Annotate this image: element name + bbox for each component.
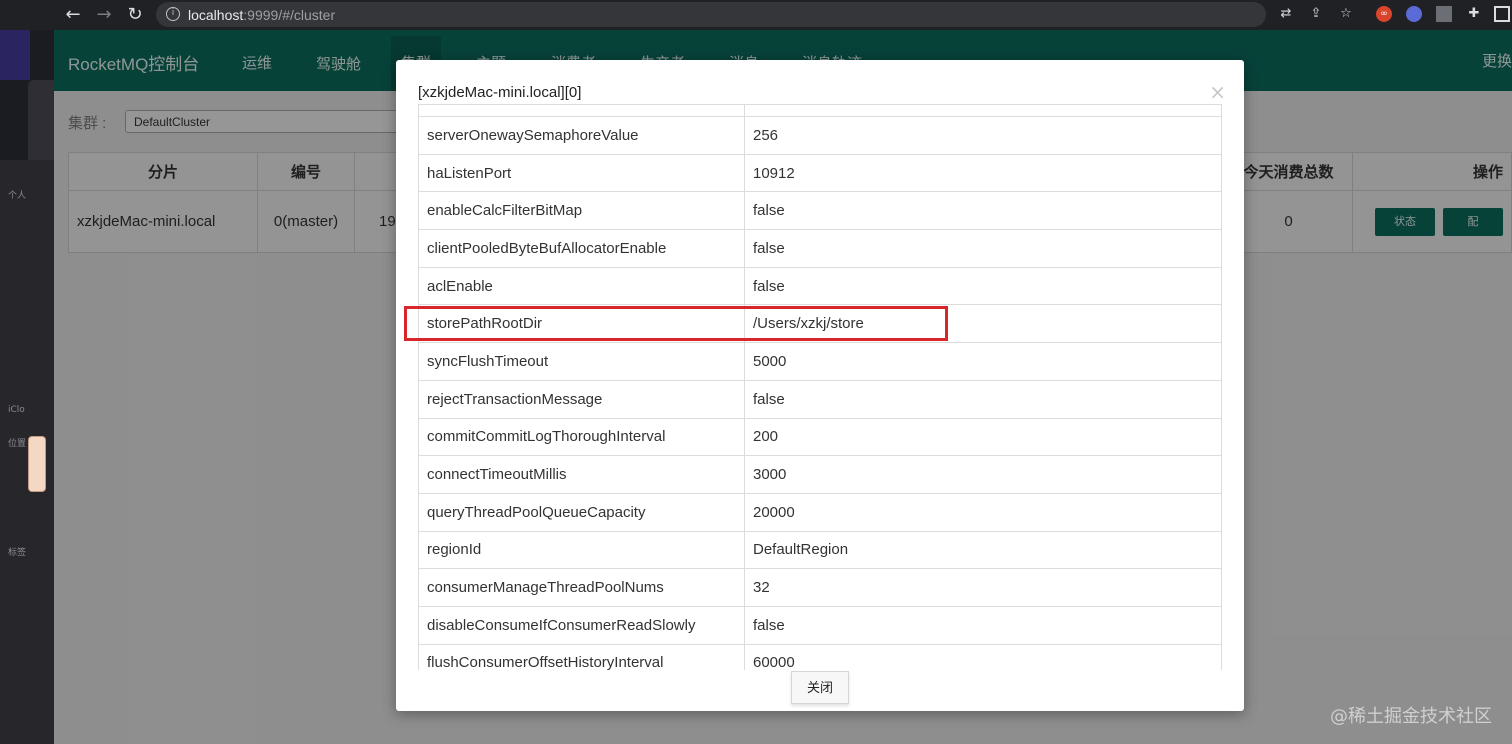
table-row: consumerManageThreadPoolNums 32: [418, 568, 1222, 607]
config-value: 5000: [744, 342, 1222, 381]
extension-gray-icon[interactable]: [1436, 6, 1452, 22]
table-row: flushConsumerOffsetHistoryInterval 60000: [418, 643, 1222, 670]
config-value: false: [744, 229, 1222, 268]
extensions-puzzle-icon[interactable]: ✚: [1466, 6, 1482, 22]
config-key: consumerManageThreadPoolNums: [418, 568, 745, 607]
desktop-background: 个人 iClo 位置 标签: [0, 30, 54, 744]
config-key: queryThreadPoolQueueCapacity: [418, 492, 745, 532]
browser-toolbar: ← → ↻ i localhost:9999/#/cluster ⇄ ⇪ ☆ ∞…: [0, 0, 1512, 30]
config-key: haListenPort: [418, 153, 745, 193]
config-key: regionId: [418, 530, 745, 570]
reload-icon[interactable]: ↻: [124, 4, 146, 26]
config-value: false: [744, 191, 1222, 231]
table-row: aclEnable false: [418, 266, 1222, 306]
url-host: localhost: [188, 7, 244, 23]
sidepanel-icon[interactable]: [1494, 6, 1510, 22]
config-value: false: [744, 379, 1222, 419]
broker-config-modal: [xzkjdeMac-mini.local][0] × serverOneway…: [396, 60, 1244, 711]
config-key: enableCalcFilterBitMap: [418, 191, 745, 231]
highlight-annotation: [404, 306, 948, 341]
config-value: 60000: [744, 643, 1222, 670]
config-key: clientPooledByteBufAllocatorEnable: [418, 229, 745, 268]
bookmark-star-icon[interactable]: ☆: [1338, 6, 1354, 22]
config-key: disableConsumeIfConsumerReadSlowly: [418, 605, 745, 645]
config-value: 10912: [744, 153, 1222, 193]
config-value: false: [744, 266, 1222, 306]
config-table: serverOnewaySemaphoreValue 256 haListenPo…: [418, 104, 1222, 670]
config-value: 200: [744, 417, 1222, 457]
config-key: syncFlushTimeout: [418, 342, 745, 381]
finder-label-personal: 个人: [8, 191, 27, 201]
close-icon[interactable]: ×: [1209, 80, 1226, 104]
url-path: :9999/#/cluster: [243, 7, 336, 23]
modal-title: [xzkjdeMac-mini.local][0]: [418, 84, 582, 101]
finder-label-icloud: iClo: [8, 405, 25, 415]
table-row: commitCommitLogThoroughInterval 200: [418, 417, 1222, 457]
tag-fragment: [28, 436, 46, 492]
window-fragment: [28, 80, 54, 160]
address-bar[interactable]: i localhost:9999/#/cluster: [156, 2, 1266, 27]
config-value: 256: [744, 116, 1222, 155]
config-key: aclEnable: [418, 266, 745, 306]
config-key: connectTimeoutMillis: [418, 455, 745, 494]
table-row: regionId DefaultRegion: [418, 530, 1222, 570]
address-url[interactable]: localhost:9999/#/cluster: [188, 7, 335, 23]
table-row: haListenPort 10912: [418, 153, 1222, 193]
wallpaper-fragment: [0, 30, 30, 80]
config-key: commitCommitLogThoroughInterval: [418, 417, 745, 457]
config-value: [744, 104, 1222, 117]
extension-red-icon[interactable]: ∞: [1376, 6, 1392, 22]
finder-label-tags: 标签: [8, 548, 27, 558]
translate-icon[interactable]: ⇄: [1278, 6, 1294, 22]
config-key: rejectTransactionMessage: [418, 379, 745, 419]
share-icon[interactable]: ⇪: [1308, 6, 1324, 22]
table-row: rejectTransactionMessage false: [418, 379, 1222, 419]
site-info-icon[interactable]: i: [166, 7, 180, 21]
table-row: enableCalcFilterBitMap false: [418, 191, 1222, 231]
forward-icon[interactable]: →: [93, 4, 115, 26]
table-row: syncFlushTimeout 5000: [418, 342, 1222, 381]
close-button[interactable]: 关闭: [791, 671, 849, 704]
watermark: @稀土掘金技术社区: [1330, 706, 1492, 727]
config-value: 32: [744, 568, 1222, 607]
config-key: serverOnewaySemaphoreValue: [418, 116, 745, 155]
table-row: serverOnewaySemaphoreValue 256: [418, 116, 1222, 155]
config-value: DefaultRegion: [744, 530, 1222, 570]
config-key: flushConsumerOffsetHistoryInterval: [418, 643, 745, 670]
table-row: [418, 104, 1222, 117]
table-row: connectTimeoutMillis 3000: [418, 455, 1222, 494]
extension-blue-icon[interactable]: [1406, 6, 1422, 22]
config-value: false: [744, 605, 1222, 645]
table-row: clientPooledByteBufAllocatorEnable false: [418, 229, 1222, 268]
config-value: 20000: [744, 492, 1222, 532]
table-row: disableConsumeIfConsumerReadSlowly false: [418, 605, 1222, 645]
config-key: [418, 104, 745, 117]
config-value: 3000: [744, 455, 1222, 494]
back-icon[interactable]: ←: [62, 4, 84, 26]
config-scroll-area[interactable]: serverOnewaySemaphoreValue 256 haListenPo…: [418, 104, 1222, 670]
table-row: queryThreadPoolQueueCapacity 20000: [418, 492, 1222, 532]
finder-label-locations: 位置: [8, 439, 27, 449]
